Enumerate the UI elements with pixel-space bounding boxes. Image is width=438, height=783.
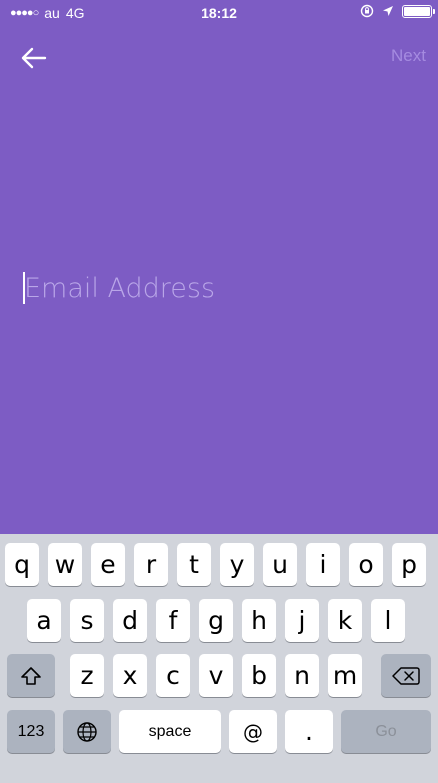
backspace-icon [392,666,420,685]
at-key[interactable]: @ [229,710,277,753]
rotation-lock-icon [360,4,374,18]
key-f[interactable]: f [156,599,190,642]
key-t[interactable]: t [177,543,211,586]
arrow-left-icon [21,47,47,69]
space-key[interactable]: space [119,710,221,753]
key-v[interactable]: v [199,654,233,697]
key-c[interactable]: c [156,654,190,697]
delete-key[interactable] [381,654,431,697]
key-a[interactable]: a [27,599,61,642]
key-e[interactable]: e [91,543,125,586]
key-p[interactable]: p [392,543,426,586]
key-m[interactable]: m [328,654,362,697]
back-button[interactable] [18,42,50,74]
key-q[interactable]: q [5,543,39,586]
battery-icon [402,4,435,18]
email-field-container [20,268,420,308]
shift-key[interactable] [7,654,55,697]
globe-icon [77,721,97,742]
key-s[interactable]: s [70,599,104,642]
next-button[interactable]: Next [391,46,426,66]
key-o[interactable]: o [349,543,383,586]
email-input[interactable] [20,268,420,308]
dot-key[interactable]: . [285,710,333,753]
key-u[interactable]: u [263,543,297,586]
status-bar: ●●●●○ au 4G 18:12 [0,0,438,26]
key-l[interactable]: l [371,599,405,642]
text-caret [23,272,25,304]
key-b[interactable]: b [242,654,276,697]
globe-key[interactable] [63,710,111,753]
navigation-bar: Next [0,36,438,80]
key-j[interactable]: j [285,599,319,642]
key-z[interactable]: z [70,654,104,697]
shift-icon [21,666,41,685]
status-right [360,4,435,18]
key-r[interactable]: r [134,543,168,586]
key-d[interactable]: d [113,599,147,642]
key-k[interactable]: k [328,599,362,642]
key-i[interactable]: i [306,543,340,586]
numbers-key[interactable]: 123 [7,710,55,753]
keyboard: q w e r t y u i o p a s d f g h j k l z … [0,534,438,783]
key-n[interactable]: n [285,654,319,697]
location-icon [383,6,393,16]
key-g[interactable]: g [199,599,233,642]
go-key[interactable]: Go [341,710,431,753]
key-x[interactable]: x [113,654,147,697]
key-h[interactable]: h [242,599,276,642]
key-y[interactable]: y [220,543,254,586]
key-w[interactable]: w [48,543,82,586]
